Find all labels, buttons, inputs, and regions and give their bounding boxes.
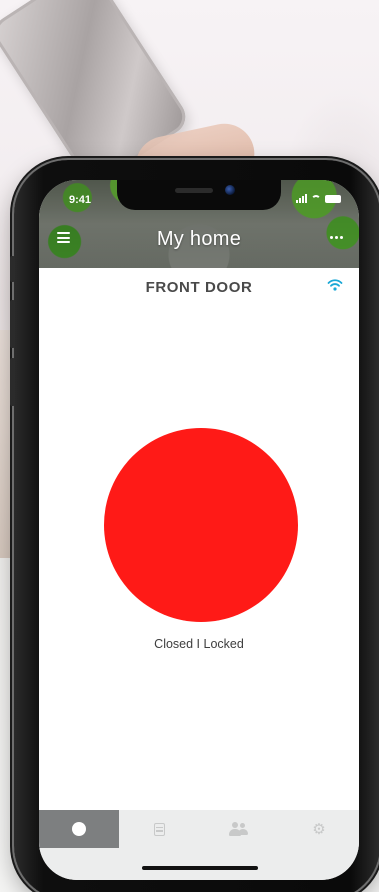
tab-history[interactable] <box>119 810 199 848</box>
volume-down-button <box>10 358 15 406</box>
dot-icon <box>72 822 86 836</box>
lock-status-text: Closed I Locked <box>154 637 244 651</box>
wifi-icon <box>327 279 343 291</box>
status-time: 9:41 <box>69 194 92 206</box>
phone-notch <box>117 180 281 210</box>
gear-icon: ⚙ <box>312 820 326 838</box>
mute-switch <box>10 256 15 282</box>
volume-up-button <box>10 300 15 348</box>
page-title: My home <box>156 228 242 250</box>
lock-toggle-button[interactable] <box>104 428 298 622</box>
cellular-signal-icon <box>296 194 307 203</box>
status-wifi-icon <box>311 195 321 203</box>
tab-users[interactable] <box>199 810 279 848</box>
tab-lock[interactable] <box>39 810 119 848</box>
app-header: 9:41 My home <box>39 180 359 268</box>
phone-frame: 9:41 My home FRONT DOOR Closed I Locked … <box>10 160 379 892</box>
device-name: FRONT DOOR <box>145 279 253 296</box>
status-icons <box>296 194 341 203</box>
front-camera <box>225 185 235 195</box>
more-dots-icon[interactable] <box>330 236 343 239</box>
users-icon <box>229 822 249 836</box>
battery-icon <box>325 195 341 203</box>
list-icon <box>153 822 165 836</box>
earpiece-speaker <box>175 188 213 193</box>
tab-settings[interactable]: ⚙ <box>279 810 359 848</box>
app-screen: 9:41 My home FRONT DOOR Closed I Locked … <box>39 180 359 880</box>
bottom-tab-bar: ⚙ <box>39 810 359 880</box>
home-indicator <box>142 866 258 870</box>
